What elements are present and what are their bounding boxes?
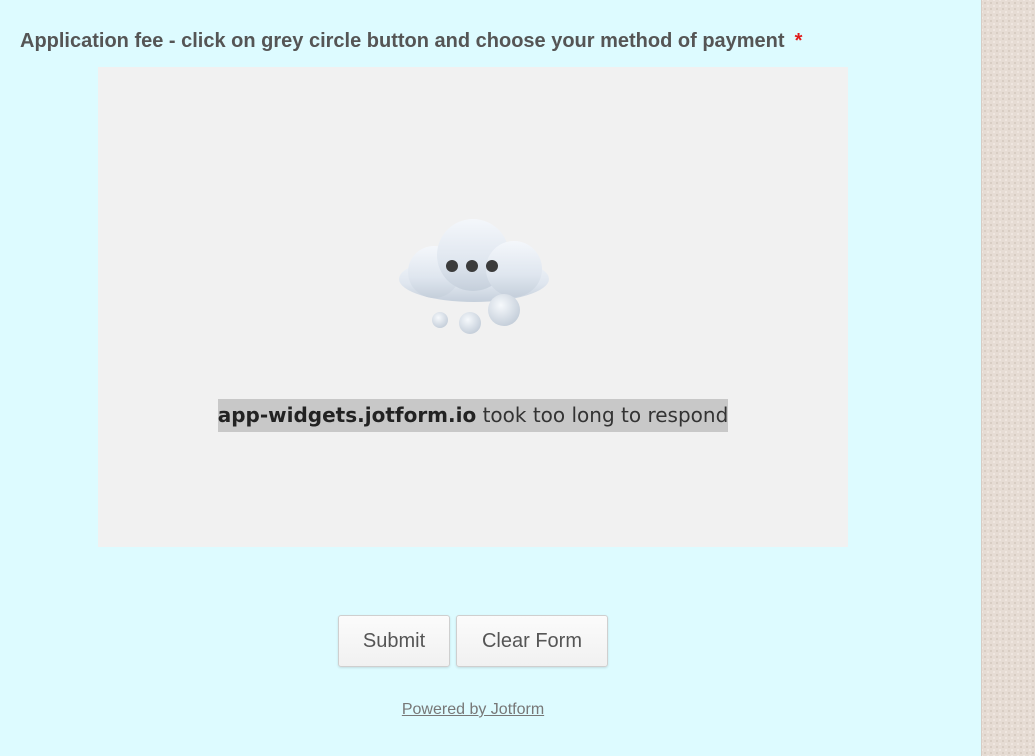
error-text: took too long to respond <box>476 403 729 427</box>
widget-error-message: app-widgets.jotform.io took too long to … <box>98 399 848 432</box>
powered-by-footer: Powered by Jotform <box>0 701 946 719</box>
clear-form-button[interactable]: Clear Form <box>456 615 608 667</box>
required-asterisk: * <box>794 30 803 52</box>
payment-widget-frame: app-widgets.jotform.io took too long to … <box>98 67 848 547</box>
question-label: Application fee - click on grey circle b… <box>20 30 802 53</box>
cloud-thinking-icon <box>399 219 549 334</box>
powered-by-link[interactable]: Powered by Jotform <box>402 701 544 718</box>
submit-button[interactable]: Submit <box>338 615 450 667</box>
error-host: app-widgets.jotform.io <box>217 403 477 427</box>
background-pattern-strip <box>981 0 1035 756</box>
question-label-text: Application fee - click on grey circle b… <box>20 30 785 52</box>
